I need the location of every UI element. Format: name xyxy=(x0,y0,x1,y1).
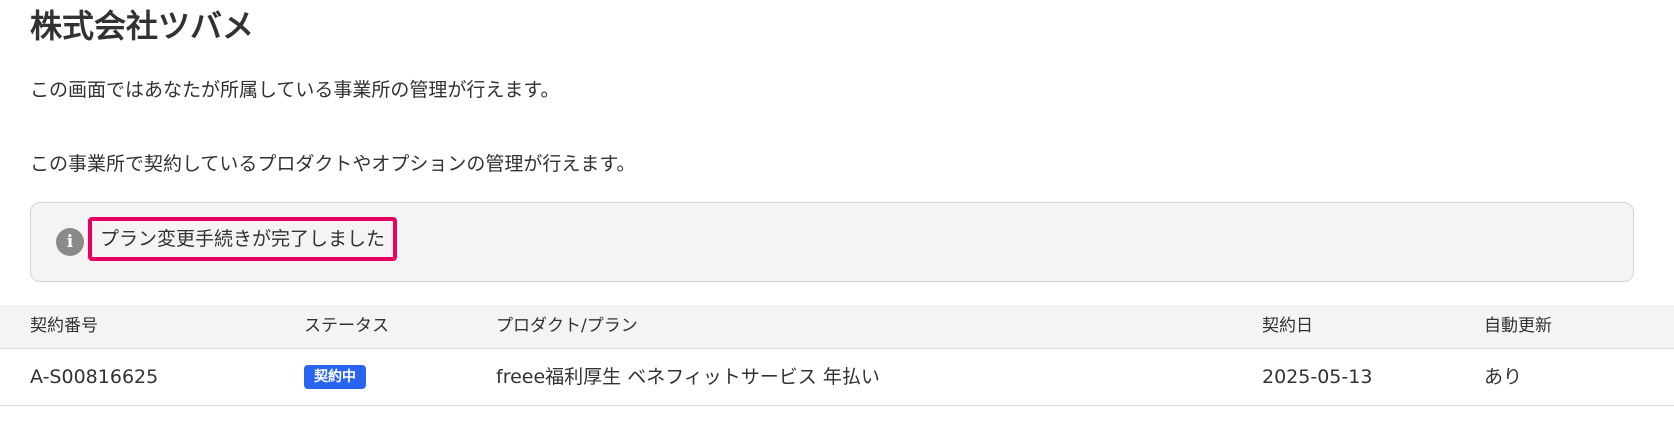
page-title: 株式会社ツバメ xyxy=(30,7,255,45)
notice-banner: i プラン変更手続きが完了しました xyxy=(30,202,1634,282)
header-status: ステータス xyxy=(304,316,389,336)
table-row[interactable]: A-S00816625 契約中 freee福利厚生 ベネフィットサービス 年払い… xyxy=(0,349,1674,406)
page-description-contracts: この事業所で契約しているプロダクトやオプションの管理が行えます。 xyxy=(30,153,636,175)
cell-contract-date: 2025-05-13 xyxy=(1262,366,1373,388)
header-product-plan: プロダクト/プラン xyxy=(496,316,638,336)
cell-auto-renewal: あり xyxy=(1484,366,1523,388)
table-header-row: 契約番号 ステータス プロダクト/プラン 契約日 自動更新 xyxy=(0,305,1674,349)
header-contract-number: 契約番号 xyxy=(30,316,98,336)
header-contract-date: 契約日 xyxy=(1262,316,1313,336)
contracts-table: 契約番号 ステータス プロダクト/プラン 契約日 自動更新 A-S0081662… xyxy=(0,305,1674,406)
notice-message: プラン変更手続きが完了しました xyxy=(88,217,398,261)
status-badge: 契約中 xyxy=(304,365,366,389)
page-description-office: この画面ではあなたが所属している事業所の管理が行えます。 xyxy=(30,79,560,101)
cell-contract-number: A-S00816625 xyxy=(30,366,159,388)
header-auto-renewal: 自動更新 xyxy=(1484,316,1552,336)
company-settings-page: 株式会社ツバメ この画面ではあなたが所属している事業所の管理が行えます。 この事… xyxy=(0,0,1674,445)
info-icon: i xyxy=(56,228,84,256)
cell-product-plan: freee福利厚生 ベネフィットサービス 年払い xyxy=(496,366,880,388)
